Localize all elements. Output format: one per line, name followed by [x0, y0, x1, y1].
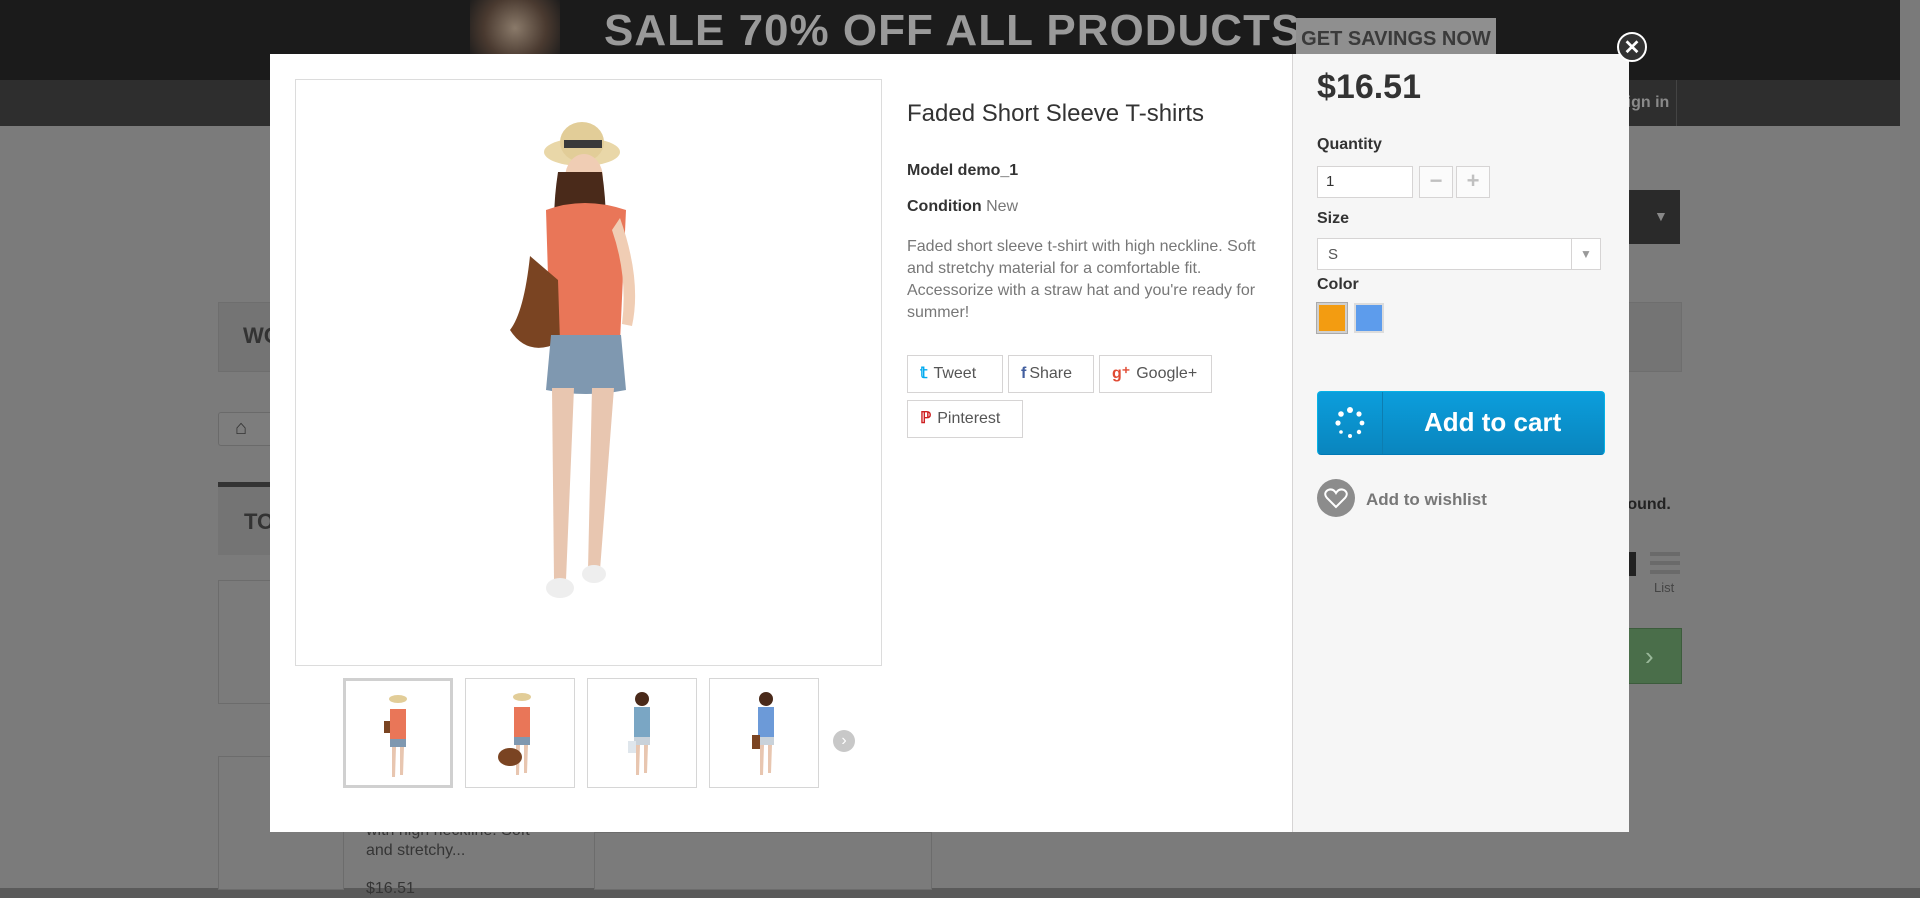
product-thumbnail[interactable]	[343, 678, 453, 788]
product-description-snippet: and stretchy...	[366, 842, 466, 859]
pinterest-label: Pinterest	[937, 410, 1001, 427]
pinterest-button[interactable]: ℙ Pinterest	[907, 400, 1023, 438]
list-view-label[interactable]: List	[1654, 580, 1674, 595]
product-thumbnail[interactable]	[709, 678, 819, 788]
product-title: Faded Short Sleeve T-shirts	[907, 100, 1205, 127]
product-condition: Condition New	[907, 198, 1018, 216]
condition-label: Condition	[907, 198, 982, 215]
quantity-decrease-button[interactable]: −	[1419, 166, 1453, 198]
chevron-right-icon: ›	[1645, 641, 1654, 671]
thumbnail-image	[498, 693, 531, 775]
thumbnail-next-button[interactable]: ›	[833, 730, 855, 752]
model-label: Model	[907, 162, 954, 179]
share-label: Share	[1029, 365, 1073, 382]
color-swatch-blue[interactable]	[1354, 303, 1384, 333]
banner-promo-text: SALE 70% OFF ALL PRODUCTS	[604, 6, 1302, 55]
chevron-down-icon: ▼	[1654, 208, 1668, 224]
heart-icon[interactable]	[1317, 479, 1355, 517]
product-photo	[510, 122, 636, 598]
color-label: Color	[1317, 276, 1359, 293]
product-description: Faded short sleeve t-shirt with high nec…	[907, 238, 1256, 321]
size-select[interactable]: S ▼	[1317, 238, 1601, 270]
buy-box: $16.51 Quantity 1 − + Size S ▼ Color Add …	[1292, 54, 1629, 832]
google-plus-icon: g⁺	[1112, 365, 1131, 382]
thumbnail-image	[628, 692, 650, 775]
close-icon[interactable]: ✕	[1617, 32, 1647, 62]
tweet-button[interactable]: 𝕥 Tweet	[907, 355, 1003, 393]
color-swatch-orange[interactable]	[1316, 302, 1348, 334]
list-view-icon[interactable]	[1650, 552, 1680, 576]
thumbnail-image	[384, 695, 407, 777]
google-plus-label: Google+	[1136, 365, 1198, 382]
product-thumbnail[interactable]	[465, 678, 575, 788]
quantity-increase-button[interactable]: +	[1456, 166, 1490, 198]
product-model: Model demo_1	[907, 162, 1018, 180]
size-value: S	[1328, 246, 1339, 263]
condition-value: New	[986, 198, 1019, 215]
facebook-icon: f	[1021, 365, 1027, 382]
product-price: $16.51	[366, 880, 415, 897]
product-main-image[interactable]	[295, 79, 882, 666]
product-price: $16.51	[1317, 68, 1421, 106]
page-scrollbar[interactable]	[1900, 0, 1920, 888]
nav-separator	[1676, 80, 1677, 126]
home-icon: ⌂	[235, 417, 248, 439]
product-card[interactable]	[594, 832, 932, 890]
share-button[interactable]: f Share	[1008, 355, 1094, 393]
google-plus-button[interactable]: g⁺ Google+	[1099, 355, 1212, 393]
loading-spinner-icon	[1318, 392, 1383, 454]
add-to-wishlist-link[interactable]: Add to wishlist	[1366, 490, 1487, 510]
thumbnail-image	[752, 692, 774, 775]
tweet-label: Tweet	[933, 365, 977, 382]
quick-view-modal: › Faded Short Sleeve T-shirts Model demo…	[270, 54, 1629, 832]
add-to-cart-button[interactable]: Add to cart	[1317, 391, 1605, 455]
size-label: Size	[1317, 210, 1350, 227]
chevron-down-icon: ▼	[1571, 239, 1600, 269]
product-thumbnail[interactable]	[587, 678, 697, 788]
pinterest-icon: ℙ	[920, 410, 932, 427]
add-to-cart-label: Add to cart	[1424, 407, 1562, 437]
results-count: found.	[1622, 496, 1671, 513]
breadcrumb-home[interactable]: ⌂	[218, 412, 276, 446]
quantity-input[interactable]: 1	[1317, 166, 1413, 198]
twitter-icon: 𝕥	[920, 365, 928, 382]
model-value: demo_1	[957, 162, 1019, 179]
quantity-label: Quantity	[1317, 136, 1382, 153]
